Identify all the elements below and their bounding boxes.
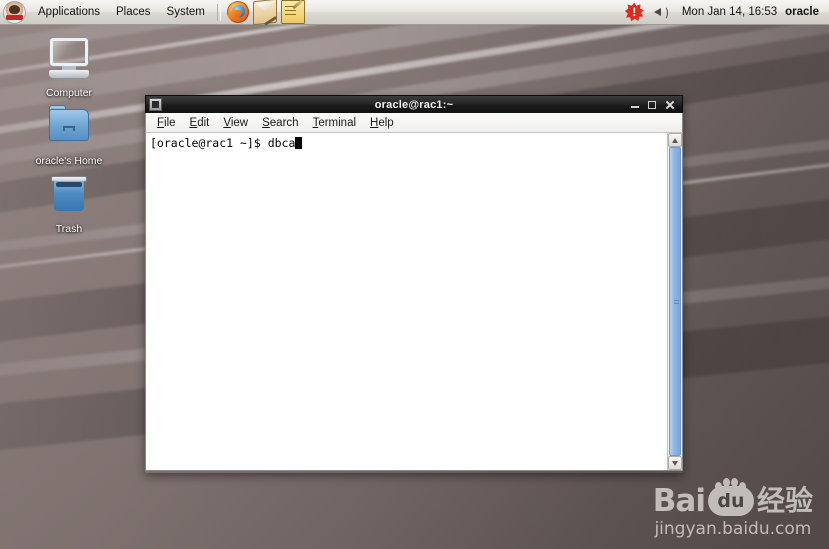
terminal-titlebar[interactable]: oracle@rac1:~ bbox=[145, 95, 683, 113]
scroll-up-button[interactable] bbox=[668, 133, 682, 147]
desktop-icon-home[interactable]: oracle's Home bbox=[26, 104, 112, 167]
oracle-menu-logo-icon[interactable] bbox=[3, 0, 26, 24]
desktop-icon-computer[interactable]: Computer bbox=[26, 36, 112, 99]
home-folder-icon bbox=[43, 104, 95, 152]
panel-separator bbox=[216, 3, 221, 21]
menu-view[interactable]: View bbox=[216, 115, 255, 131]
mail-icon[interactable] bbox=[252, 0, 277, 26]
menu-edit[interactable]: Edit bbox=[183, 115, 217, 131]
desktop-icon-trash-label: Trash bbox=[55, 223, 83, 235]
panel-tray: Mon Jan 14, 16:53 oracle bbox=[622, 3, 829, 22]
terminal-output[interactable]: [oracle@rac1 ~]$ dbca bbox=[146, 133, 667, 470]
scroll-down-button[interactable] bbox=[668, 456, 682, 470]
close-button[interactable] bbox=[662, 98, 677, 112]
minimize-button[interactable] bbox=[628, 98, 643, 112]
panel-clock[interactable]: Mon Jan 14, 16:53 bbox=[674, 6, 785, 18]
scrollbar-thumb[interactable] bbox=[669, 147, 681, 456]
computer-icon bbox=[43, 36, 95, 84]
panel-username[interactable]: oracle bbox=[785, 6, 823, 18]
text-editor-icon[interactable] bbox=[280, 0, 305, 24]
terminal-cursor bbox=[295, 137, 303, 149]
desktop-icon-computer-label: Computer bbox=[45, 87, 93, 99]
desktop-icon-home-label: oracle's Home bbox=[35, 155, 103, 167]
update-alert-icon[interactable] bbox=[625, 3, 644, 22]
scrollbar-track[interactable] bbox=[668, 147, 682, 456]
trash-icon bbox=[43, 172, 95, 220]
menu-help[interactable]: Help bbox=[363, 115, 401, 131]
menu-terminal[interactable]: Terminal bbox=[306, 115, 363, 131]
desktop-icon-trash[interactable]: Trash bbox=[26, 172, 112, 235]
terminal-icon bbox=[149, 98, 162, 111]
menu-file[interactable]: File bbox=[150, 115, 183, 131]
window-buttons bbox=[626, 98, 682, 112]
top-panel: Applications Places System Mon Jan 14, 1… bbox=[0, 0, 829, 26]
menu-search[interactable]: Search bbox=[255, 115, 305, 131]
menu-places[interactable]: Places bbox=[109, 3, 158, 21]
volume-icon[interactable] bbox=[649, 3, 669, 21]
firefox-icon[interactable] bbox=[226, 1, 249, 23]
terminal-menubar: File Edit View Search Terminal Help bbox=[145, 113, 683, 133]
terminal-title: oracle@rac1:~ bbox=[374, 98, 454, 111]
maximize-button[interactable] bbox=[645, 98, 660, 112]
menu-applications[interactable]: Applications bbox=[31, 3, 107, 21]
terminal-scrollbar[interactable] bbox=[667, 133, 682, 470]
terminal-body[interactable]: [oracle@rac1 ~]$ dbca bbox=[145, 133, 683, 471]
desktop-screen: Applications Places System Mon Jan 14, 1… bbox=[0, 0, 829, 549]
menu-system[interactable]: System bbox=[160, 3, 212, 21]
terminal-window[interactable]: oracle@rac1:~ File Edit View Search Term… bbox=[145, 95, 683, 473]
terminal-prompt-line: [oracle@rac1 ~]$ dbca bbox=[150, 136, 296, 150]
